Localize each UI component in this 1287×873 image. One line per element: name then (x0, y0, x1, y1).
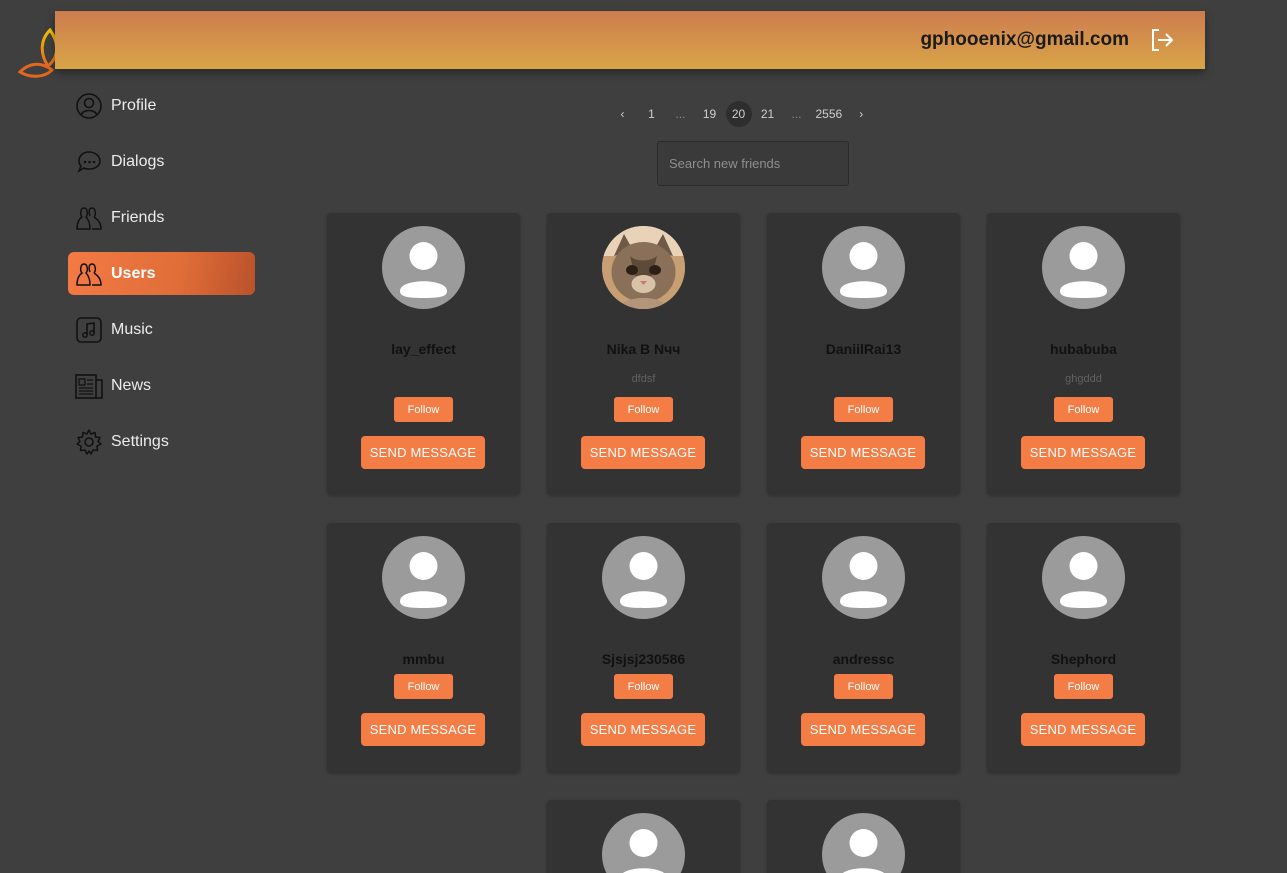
page-button[interactable]: 21 (755, 101, 781, 127)
send-message-button[interactable]: SEND MESSAGE (801, 713, 925, 746)
default-avatar-icon[interactable] (822, 813, 905, 873)
logout-icon[interactable] (1149, 27, 1175, 53)
sidebar-item-label: Dialogs (111, 152, 165, 170)
music-note-icon (75, 316, 103, 344)
sidebar-item-users[interactable]: Users (68, 252, 255, 295)
sidebar-item-music[interactable]: Music (68, 308, 255, 351)
kitten-photo[interactable] (602, 226, 685, 309)
default-avatar-icon[interactable] (382, 536, 465, 619)
follow-button[interactable]: Follow (394, 397, 453, 422)
user-status: dfdsf (631, 373, 656, 385)
user-card: Nika В Nчч dfdsf Follow SEND MESSAGE (547, 213, 740, 495)
user-name[interactable]: Sjsjsj230586 (547, 651, 740, 667)
sidebar-item-settings[interactable]: Settings (68, 420, 255, 463)
follow-button[interactable]: Follow (1054, 397, 1113, 422)
user-card: andressc Follow SEND MESSAGE (767, 523, 960, 773)
sidebar-item-friends[interactable]: Friends (68, 196, 255, 239)
follow-button[interactable]: Follow (834, 674, 893, 699)
newspaper-icon (75, 372, 103, 400)
user-status: ghgddd (1065, 373, 1102, 385)
send-message-button[interactable]: SEND MESSAGE (361, 713, 485, 746)
user-card: Shephord Follow SEND MESSAGE (987, 523, 1180, 773)
sidebar-item-label: Music (111, 320, 153, 338)
search-input[interactable] (657, 141, 849, 186)
user-card: mmbu Follow SEND MESSAGE (327, 523, 520, 773)
send-message-button[interactable]: SEND MESSAGE (1021, 713, 1145, 746)
user-name[interactable]: Nika В Nчч (547, 341, 740, 357)
follow-button[interactable]: Follow (394, 674, 453, 699)
friends-icon (75, 204, 103, 232)
send-message-button[interactable]: SEND MESSAGE (581, 436, 705, 469)
follow-button[interactable]: Follow (1054, 674, 1113, 699)
user-name[interactable]: mmbu (327, 651, 520, 667)
current-page-button[interactable]: 20 (725, 101, 752, 127)
prev-page-button[interactable]: ‹ (610, 101, 636, 127)
default-avatar-icon[interactable] (602, 813, 685, 873)
default-avatar-icon[interactable] (602, 536, 685, 619)
user-name[interactable]: Shephord (987, 651, 1180, 667)
sidebar-item-label: Profile (111, 96, 157, 114)
send-message-button[interactable]: SEND MESSAGE (581, 713, 705, 746)
sidebar-item-profile[interactable]: Profile (68, 84, 255, 127)
send-message-button[interactable]: SEND MESSAGE (801, 436, 925, 469)
page-button[interactable]: 2556 (813, 101, 846, 127)
sidebar-item-label: News (111, 376, 152, 394)
default-avatar-icon[interactable] (1042, 226, 1125, 309)
default-avatar-icon[interactable] (822, 226, 905, 309)
user-card: hubabuba ghgddd Follow SEND MESSAGE (987, 213, 1180, 495)
default-avatar-icon[interactable] (1042, 536, 1125, 619)
default-avatar-icon[interactable] (822, 536, 905, 619)
user-name[interactable]: andressc (767, 651, 960, 667)
send-message-button[interactable]: SEND MESSAGE (361, 436, 485, 469)
default-avatar-icon[interactable] (382, 226, 465, 309)
user-card (547, 800, 740, 873)
follow-button[interactable]: Follow (614, 397, 673, 422)
user-circle-icon (75, 92, 103, 120)
user-name[interactable]: DaniilRai13 (767, 341, 960, 357)
user-card (767, 800, 960, 873)
users-icon (75, 260, 103, 288)
page-button[interactable]: 19 (697, 101, 723, 127)
follow-button[interactable]: Follow (614, 674, 673, 699)
user-card: DaniilRai13 Follow SEND MESSAGE (767, 213, 960, 495)
page-button[interactable]: 1 (639, 101, 665, 127)
sidebar-nav: Profile Dialogs Friends Users Music News (68, 84, 255, 476)
pagination: ‹ 1 ... 19 20 21 ... 2556 › (608, 101, 876, 127)
user-card: Sjsjsj230586 Follow SEND MESSAGE (547, 523, 740, 773)
user-card: lay_effect Follow SEND MESSAGE (327, 213, 520, 495)
user-email: gphooenix@gmail.com (920, 29, 1129, 50)
gear-icon (75, 428, 103, 456)
sidebar-item-label: Settings (111, 432, 169, 450)
sidebar-item-label: Users (111, 264, 156, 282)
sidebar-item-label: Friends (111, 208, 165, 226)
sidebar-item-dialogs[interactable]: Dialogs (68, 140, 255, 183)
page-ellipsis: ... (675, 107, 686, 121)
next-page-button[interactable]: › (848, 101, 874, 127)
sidebar-item-news[interactable]: News (68, 364, 255, 407)
user-name[interactable]: hubabuba (987, 341, 1180, 357)
user-name[interactable]: lay_effect (327, 341, 520, 357)
chat-bubbles-icon (75, 148, 103, 176)
send-message-button[interactable]: SEND MESSAGE (1021, 436, 1145, 469)
app-header: gphooenix@gmail.com (55, 11, 1205, 69)
page-ellipsis: ... (791, 107, 802, 121)
follow-button[interactable]: Follow (834, 397, 893, 422)
